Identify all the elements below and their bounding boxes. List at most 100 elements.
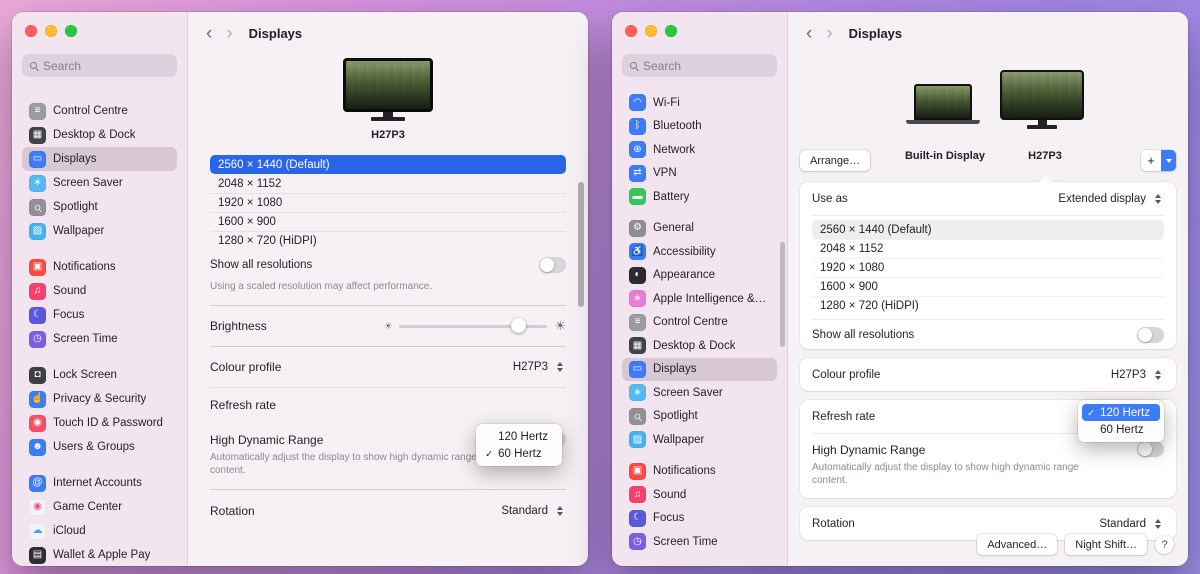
arrange-button[interactable]: Arrange…	[800, 150, 870, 171]
checkmark-icon: ✓	[485, 449, 493, 460]
brightness-knob[interactable]	[511, 318, 526, 333]
scrollbar-thumb[interactable]	[578, 182, 584, 307]
sidebar-scrollbar-thumb[interactable]	[780, 242, 785, 347]
sidebar-item-sound[interactable]: ♫Sound	[622, 483, 777, 507]
sidebar-item-icloud[interactable]: ☁iCloud	[22, 519, 177, 543]
show-all-resolutions-toggle[interactable]	[539, 257, 566, 273]
resolution-option-1920-1080[interactable]: 1920 × 1080	[210, 193, 566, 212]
sidebar-item-battery[interactable]: ▬Battery	[622, 185, 777, 209]
show-all-resolutions-toggle[interactable]	[1137, 327, 1164, 343]
sidebar-item-internet-accounts[interactable]: @Internet Accounts	[22, 471, 177, 495]
screen-saver-icon: ∗	[629, 384, 646, 401]
advanced-button[interactable]: Advanced…	[977, 534, 1057, 555]
sidebar-item-label: Focus	[53, 309, 84, 321]
displays-pane: ‹ › Displays Built-in Display H27P3 Arra…	[788, 12, 1188, 566]
sidebar-item-focus[interactable]: ☾Focus	[622, 507, 777, 531]
sidebar-item-accessibility[interactable]: ♿Accessibility	[622, 240, 777, 264]
sidebar-item-spotlight[interactable]: Spotlight	[22, 195, 177, 219]
external-display-thumbnail[interactable]	[343, 58, 433, 121]
sidebar-item-lock-screen[interactable]: ◘Lock Screen	[22, 363, 177, 387]
sidebar-item-spotlight[interactable]: Spotlight	[622, 405, 777, 429]
resolution-option-1280-720-hidpi[interactable]: 1280 × 720 (HiDPI)	[210, 231, 566, 250]
menu-item-60-hertz[interactable]: ✓60 Hertz	[480, 445, 558, 462]
resolution-option-1920-1080[interactable]: 1920 × 1080	[812, 258, 1164, 277]
sidebar-item-screen-saver[interactable]: ∗Screen Saver	[22, 171, 177, 195]
sidebar-item-users-groups[interactable]: ☻Users & Groups	[22, 435, 177, 459]
rotation-select[interactable]: Standard	[1099, 518, 1164, 530]
checkmark-icon: ✓	[1087, 408, 1095, 419]
sidebar-item-screen-time[interactable]: ◷Screen Time	[622, 530, 777, 554]
brightness-track[interactable]	[399, 325, 547, 328]
sidebar-item-wallet-apple-pay[interactable]: ▤Wallet & Apple Pay	[22, 543, 177, 566]
sidebar-item-focus[interactable]: ☾Focus	[22, 303, 177, 327]
colour-profile-select[interactable]: H27P3	[513, 361, 566, 373]
zoom-button[interactable]	[665, 25, 677, 37]
search-input[interactable]: Search	[22, 54, 177, 77]
brightness-max-icon: ☀	[554, 318, 566, 334]
desktop-dock-icon: ▦	[629, 337, 646, 354]
sidebar-item-screen-saver[interactable]: ∗Screen Saver	[622, 381, 777, 405]
menu-item-60-hertz[interactable]: 60 Hertz	[1082, 421, 1160, 438]
general-icon: ⚙	[629, 220, 646, 237]
hdr-toggle[interactable]	[1137, 441, 1164, 457]
sidebar-item-sound[interactable]: ♫Sound	[22, 279, 177, 303]
close-button[interactable]	[25, 25, 37, 37]
show-all-resolutions-label: Show all resolutions	[210, 259, 312, 271]
resolution-option-2560-1440-default[interactable]: 2560 × 1440 (Default)	[210, 155, 566, 174]
sidebar-item-screen-time[interactable]: ◷Screen Time	[22, 327, 177, 351]
resolution-option-2048-1152[interactable]: 2048 × 1152	[812, 239, 1164, 258]
sidebar-item-touch-id-password[interactable]: ◉Touch ID & Password	[22, 411, 177, 435]
sidebar-item-vpn[interactable]: ⇄VPN	[622, 162, 777, 186]
plus-icon[interactable]: +	[1141, 150, 1161, 171]
resolution-option-1600-900[interactable]: 1600 × 900	[210, 212, 566, 231]
rotation-select[interactable]: Standard	[501, 505, 566, 517]
add-display-dropdown[interactable]	[1161, 150, 1176, 171]
displays-icon: ▭	[29, 151, 46, 168]
back-button[interactable]: ‹	[206, 24, 212, 43]
resolution-option-1280-720-hidpi[interactable]: 1280 × 720 (HiDPI)	[812, 296, 1164, 315]
sidebar-item-notifications[interactable]: ▣Notifications	[22, 255, 177, 279]
forward-button[interactable]: ›	[826, 24, 832, 43]
sidebar-item-control-centre[interactable]: ≡Control Centre	[622, 311, 777, 335]
night-shift-button[interactable]: Night Shift…	[1065, 534, 1147, 555]
sidebar-item-apple-intelligence[interactable]: ∗Apple Intelligence &…	[622, 287, 777, 311]
sidebar-item-bluetooth[interactable]: ᛒBluetooth	[622, 115, 777, 139]
colour-profile-select[interactable]: H27P3	[1111, 369, 1164, 381]
minimize-button[interactable]	[45, 25, 57, 37]
menu-item-label: 120 Hertz	[1100, 407, 1150, 419]
hdr-note: Automatically adjust the display to show…	[210, 452, 510, 477]
sidebar-item-wallpaper[interactable]: ▨Wallpaper	[622, 428, 777, 452]
search-input[interactable]: Search	[622, 54, 777, 77]
sidebar-item-displays[interactable]: ▭Displays	[622, 358, 777, 382]
back-button[interactable]: ‹	[806, 24, 812, 43]
help-button[interactable]: ?	[1155, 535, 1174, 554]
sidebar-item-desktop-dock[interactable]: ▦Desktop & Dock	[622, 334, 777, 358]
sidebar-item-notifications[interactable]: ▣Notifications	[622, 460, 777, 484]
sidebar-item-privacy-security[interactable]: ☝Privacy & Security	[22, 387, 177, 411]
sidebar-item-network[interactable]: ⊕Network	[622, 138, 777, 162]
add-display-button[interactable]: +	[1141, 150, 1176, 171]
external-display-thumbnail[interactable]	[1000, 70, 1084, 129]
sidebar-item-game-center[interactable]: ◉Game Center	[22, 495, 177, 519]
sidebar-item-displays[interactable]: ▭Displays	[22, 147, 177, 171]
sidebar-item-label: Lock Screen	[53, 369, 117, 381]
sidebar-item-label: Privacy & Security	[53, 393, 146, 405]
minimize-button[interactable]	[645, 25, 657, 37]
sidebar-item-desktop-dock[interactable]: ▦Desktop & Dock	[22, 123, 177, 147]
zoom-button[interactable]	[65, 25, 77, 37]
built-in-display-thumbnail[interactable]	[914, 84, 980, 124]
sidebar-item-appearance[interactable]: ◐Appearance	[622, 264, 777, 288]
menu-item-120-hertz[interactable]: 120 Hertz	[480, 428, 558, 445]
forward-button[interactable]: ›	[226, 24, 232, 43]
sidebar-item-wallpaper[interactable]: ▨Wallpaper	[22, 219, 177, 243]
sidebar-item-control-centre[interactable]: ≡Control Centre	[22, 99, 177, 123]
close-button[interactable]	[625, 25, 637, 37]
menu-item-120-hertz[interactable]: ✓ 120 Hertz	[1082, 404, 1160, 421]
sidebar-item-general[interactable]: ⚙General	[622, 217, 777, 241]
use-as-select[interactable]: Extended display	[1058, 193, 1164, 205]
brightness-slider[interactable]: ☀ ☀	[384, 318, 566, 334]
resolution-option-1600-900[interactable]: 1600 × 900	[812, 277, 1164, 296]
resolution-option-2048-1152[interactable]: 2048 × 1152	[210, 174, 566, 193]
resolution-option-2560-1440-default[interactable]: 2560 × 1440 (Default)	[812, 220, 1164, 239]
sidebar-item-wi-fi[interactable]: ◠Wi-Fi	[622, 91, 777, 115]
